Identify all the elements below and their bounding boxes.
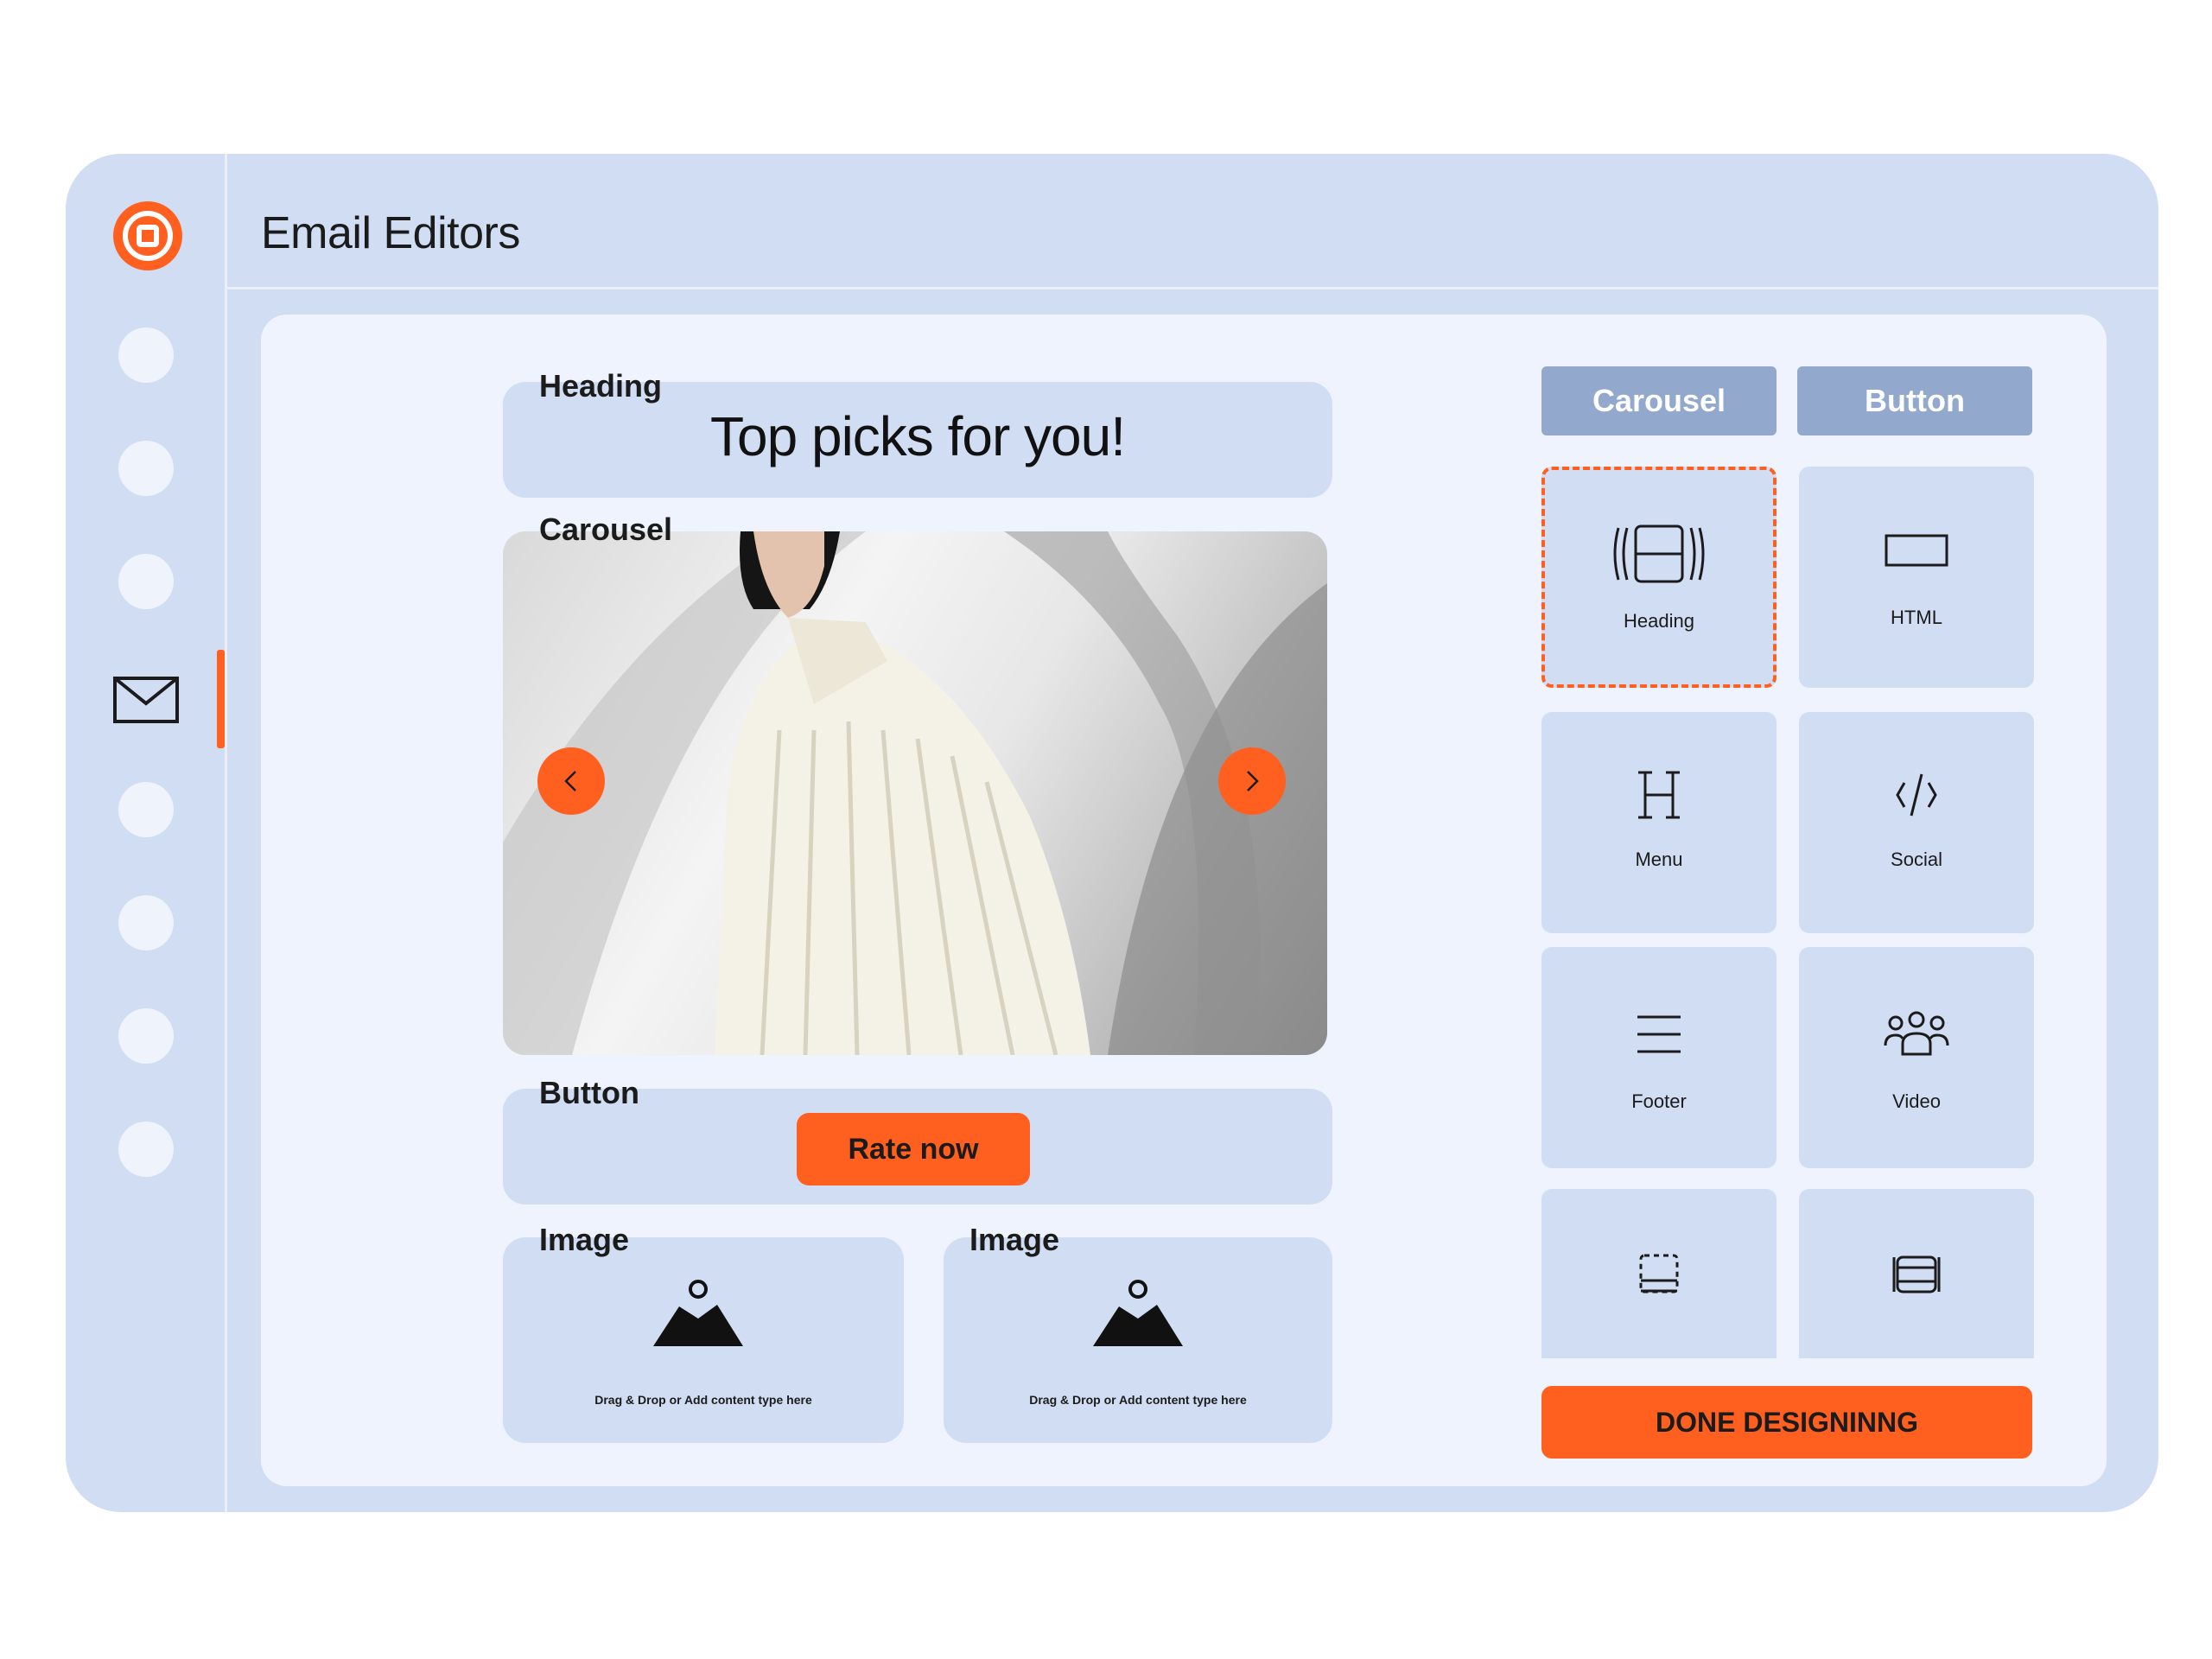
target-logo-icon	[113, 201, 182, 270]
tile-video[interactable]: Video	[1799, 947, 2034, 1168]
tile-label: Footer	[1631, 1090, 1687, 1112]
tile-heading[interactable]: Heading	[1541, 467, 1777, 688]
image-block-label: Image	[539, 1222, 630, 1257]
tile-label: Menu	[1635, 849, 1683, 870]
tile-label: Heading	[1624, 610, 1694, 632]
sidebar-item-7[interactable]	[118, 1008, 174, 1064]
image-block-2[interactable]: Drag & Drop or Add content type here	[944, 1237, 1332, 1443]
chevron-right-icon	[1247, 771, 1259, 791]
sidebar	[66, 154, 227, 1512]
done-designing-button[interactable]: DONE DESIGNINNG	[1541, 1386, 2032, 1459]
carousel-next-button[interactable]	[1218, 747, 1286, 815]
button-block-label: Button	[539, 1075, 639, 1110]
image-drop-hint: Drag & Drop or Add content type here	[594, 1393, 812, 1407]
tab-button[interactable]: Button	[1797, 366, 2032, 435]
sidebar-item-6[interactable]	[118, 895, 174, 950]
header-divider	[227, 287, 2158, 289]
tile-social[interactable]: Social	[1799, 712, 2034, 933]
tile-label: Video	[1892, 1090, 1941, 1112]
image-block-label: Image	[969, 1222, 1060, 1257]
carousel-photo	[503, 531, 1327, 1055]
carousel-prev-button[interactable]	[537, 747, 605, 815]
tile-menu[interactable]: Menu	[1541, 712, 1777, 933]
mail-icon	[113, 677, 179, 723]
tile-html[interactable]: HTML	[1799, 467, 2034, 688]
rectangle-icon	[1885, 534, 1948, 567]
image-block-1[interactable]: Drag & Drop or Add content type here	[503, 1237, 904, 1443]
active-nav-indicator	[217, 650, 225, 748]
rate-now-button[interactable]: Rate now	[797, 1113, 1030, 1185]
sidebar-item-8[interactable]	[118, 1122, 174, 1177]
tile-footer-layout[interactable]	[1541, 1189, 1777, 1358]
code-icon	[1896, 773, 1937, 817]
sidebar-item-3[interactable]	[118, 554, 174, 609]
chevron-left-icon	[564, 771, 576, 791]
tile-footer[interactable]: Footer	[1541, 947, 1777, 1168]
heading-text[interactable]: Top picks for you!	[503, 404, 1332, 468]
menu-lines-icon	[1637, 1015, 1681, 1053]
carousel-block-label: Carousel	[539, 512, 673, 547]
image-placeholder-icon	[653, 1280, 743, 1346]
footer-layout-icon	[1639, 1254, 1679, 1294]
app-title: Email Editors	[261, 208, 520, 258]
image-drop-hint: Drag & Drop or Add content type here	[1029, 1393, 1247, 1407]
users-icon	[1884, 1011, 1949, 1056]
tile-label: Social	[1891, 849, 1942, 870]
sidebar-item-2[interactable]	[118, 441, 174, 496]
tile-film[interactable]	[1799, 1189, 2034, 1358]
sidebar-item-1[interactable]	[118, 327, 174, 383]
heading-h-icon	[1638, 771, 1680, 819]
film-icon	[1892, 1255, 1941, 1294]
carousel-block[interactable]	[503, 531, 1327, 1055]
tile-label: HTML	[1891, 607, 1942, 628]
tab-carousel[interactable]: Carousel	[1541, 366, 1777, 435]
image-placeholder-icon	[1093, 1280, 1183, 1346]
carousel-icon	[1613, 524, 1705, 583]
sidebar-item-5[interactable]	[118, 782, 174, 837]
heading-block-label: Heading	[539, 368, 663, 404]
sidebar-item-email[interactable]	[112, 676, 180, 724]
